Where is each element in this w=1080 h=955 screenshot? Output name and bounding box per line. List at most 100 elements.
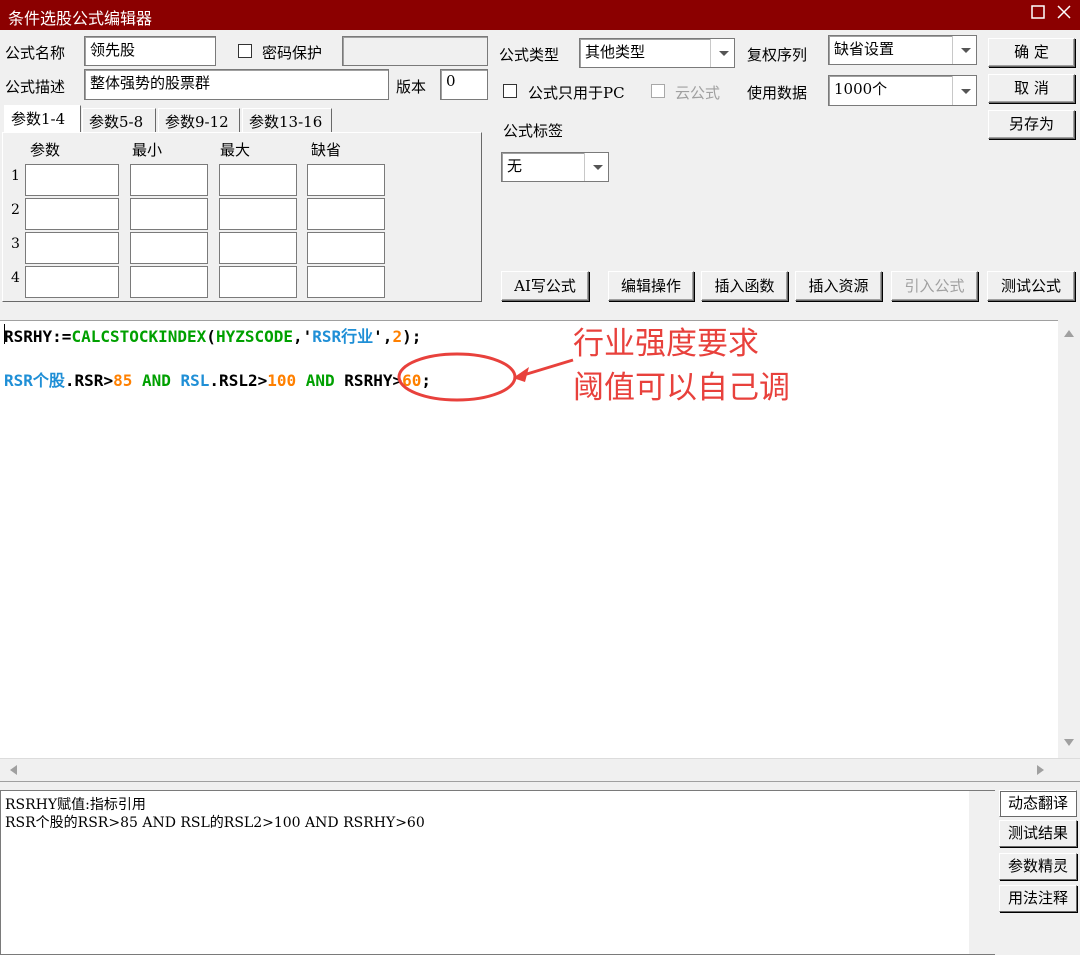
edit-operations-button[interactable]: 编辑操作 bbox=[608, 271, 694, 301]
param-2-min-field[interactable] bbox=[130, 198, 208, 230]
output-line: RSR个股的RSR>85 AND RSL的RSL2>100 AND RSRHY>… bbox=[5, 815, 425, 831]
code-token: 100 bbox=[267, 371, 297, 390]
param-row-number: 3 bbox=[11, 236, 20, 252]
param-1-name-field[interactable] bbox=[25, 164, 119, 196]
data-select-value: 1000个 bbox=[834, 80, 888, 98]
maximize-icon bbox=[1031, 5, 1045, 19]
annotation-line-1: 行业强度要求 bbox=[573, 326, 759, 362]
name-field[interactable]: 领先股 bbox=[84, 36, 216, 66]
close-button[interactable] bbox=[1052, 2, 1076, 26]
translation-output: RSRHY赋值:指标引用 RSR个股的RSR>85 AND RSL的RSL2>1… bbox=[0, 790, 995, 955]
data-select[interactable]: 1000个 bbox=[828, 75, 977, 106]
code-line[interactable]: RSR个股.RSR>85 AND RSL.RSL2>100 AND RSRHY>… bbox=[4, 367, 431, 391]
tab-params-13-16[interactable]: 参数13-16 bbox=[242, 108, 332, 133]
horizontal-scrollbar[interactable] bbox=[0, 758, 1080, 782]
tag-select-value: 无 bbox=[507, 157, 523, 175]
param-3-default-field[interactable] bbox=[307, 232, 385, 264]
text-cursor bbox=[4, 324, 5, 344]
code-token: ( bbox=[206, 327, 216, 346]
cancel-button[interactable]: 取 消 bbox=[988, 74, 1075, 103]
password-checkbox[interactable] bbox=[238, 44, 252, 58]
tab-params-5-8[interactable]: 参数5-8 bbox=[82, 108, 156, 133]
param-3-max-field[interactable] bbox=[219, 232, 297, 264]
output-line: RSRHY赋值:指标引用 bbox=[5, 797, 146, 813]
ok-button[interactable]: 确 定 bbox=[988, 38, 1075, 67]
pc-only-checkbox[interactable] bbox=[503, 84, 517, 98]
param-header-max: 最大 bbox=[220, 141, 251, 159]
param-2-default-field[interactable] bbox=[307, 198, 385, 230]
param-row-number: 1 bbox=[11, 168, 20, 184]
tag-select[interactable]: 无 bbox=[501, 152, 609, 182]
code-token: .RSL2> bbox=[209, 371, 268, 390]
param-wizard-button[interactable]: 参数精灵 bbox=[999, 853, 1077, 880]
tab-params-1-4[interactable]: 参数1-4 bbox=[4, 105, 81, 133]
test-results-button[interactable]: 测试结果 bbox=[999, 820, 1077, 847]
password-field[interactable] bbox=[342, 36, 488, 66]
code-token: RSRHY> bbox=[344, 371, 403, 390]
annotation-line-2: 阈值可以自己调 bbox=[573, 370, 790, 406]
code-token: 85 bbox=[113, 371, 133, 390]
cloud-checkbox[interactable] bbox=[651, 84, 665, 98]
desc-label: 公式描述 bbox=[5, 78, 66, 96]
code-token: CALCSTOCKINDEX bbox=[71, 327, 207, 346]
param-row-number: 4 bbox=[11, 270, 20, 286]
chevron-down-icon bbox=[952, 36, 976, 64]
param-2-max-field[interactable] bbox=[219, 198, 297, 230]
code-token: RSRHY:= bbox=[4, 327, 72, 346]
scroll-down-icon[interactable] bbox=[1063, 738, 1075, 748]
pc-only-label: 公式只用于PC bbox=[528, 84, 625, 102]
insert-resource-button[interactable]: 插入资源 bbox=[795, 271, 882, 301]
window-title: 条件选股公式编辑器 bbox=[8, 9, 153, 28]
code-token: .RSR> bbox=[64, 371, 114, 390]
tab-params-9-12[interactable]: 参数9-12 bbox=[158, 108, 240, 133]
save-as-button[interactable]: 另存为 bbox=[988, 110, 1075, 139]
rights-label: 复权序列 bbox=[747, 46, 808, 64]
annotation-ellipse-arrow bbox=[397, 352, 574, 402]
code-token: AND bbox=[132, 371, 181, 390]
param-4-name-field[interactable] bbox=[25, 266, 119, 298]
param-row-number: 2 bbox=[11, 202, 20, 218]
param-header-default: 缺省 bbox=[311, 141, 342, 159]
param-4-min-field[interactable] bbox=[130, 266, 208, 298]
version-field[interactable]: 0 bbox=[440, 69, 488, 100]
cloud-label: 云公式 bbox=[675, 84, 721, 102]
code-token: RSR行业 bbox=[312, 327, 374, 346]
dynamic-translate-button[interactable]: 动态翻译 bbox=[999, 790, 1077, 817]
scroll-left-icon[interactable] bbox=[8, 764, 18, 776]
param-4-max-field[interactable] bbox=[219, 266, 297, 298]
scroll-up-icon[interactable] bbox=[1063, 328, 1075, 338]
param-4-default-field[interactable] bbox=[307, 266, 385, 298]
type-select[interactable]: 其他类型 bbox=[579, 38, 735, 68]
param-header-min: 最小 bbox=[132, 141, 163, 159]
ai-write-button[interactable]: AI写公式 bbox=[501, 271, 589, 301]
param-2-name-field[interactable] bbox=[25, 198, 119, 230]
param-1-min-field[interactable] bbox=[130, 164, 208, 196]
code-token: ', bbox=[373, 327, 393, 346]
data-label: 使用数据 bbox=[747, 84, 808, 102]
usage-notes-button[interactable]: 用法注释 bbox=[999, 885, 1077, 912]
desc-field[interactable]: 整体强势的股票群 bbox=[84, 69, 389, 100]
code-token: HYZSCODE bbox=[215, 327, 293, 346]
output-scrollbar[interactable] bbox=[969, 791, 995, 954]
maximize-button[interactable] bbox=[1026, 2, 1050, 26]
code-token: ,' bbox=[293, 327, 313, 346]
param-3-min-field[interactable] bbox=[130, 232, 208, 264]
insert-function-button[interactable]: 插入函数 bbox=[701, 271, 788, 301]
param-3-name-field[interactable] bbox=[25, 232, 119, 264]
title-bar: 条件选股公式编辑器 bbox=[0, 0, 1080, 30]
param-1-default-field[interactable] bbox=[307, 164, 385, 196]
chevron-down-icon bbox=[952, 76, 976, 105]
vertical-scrollbar[interactable] bbox=[1058, 320, 1080, 760]
code-token: RSL bbox=[180, 371, 210, 390]
import-formula-button[interactable]: 引入公式 bbox=[891, 271, 978, 301]
code-token: RSR个股 bbox=[4, 371, 65, 390]
rights-select-value: 缺省设置 bbox=[834, 40, 895, 58]
code-line[interactable]: RSRHY:=CALCSTOCKINDEX(HYZSCODE,'RSR行业',2… bbox=[4, 323, 421, 347]
param-1-max-field[interactable] bbox=[219, 164, 297, 196]
code-token: AND bbox=[296, 371, 345, 390]
test-formula-button[interactable]: 测试公式 bbox=[987, 271, 1075, 301]
param-header-name: 参数 bbox=[30, 141, 61, 159]
scroll-right-icon[interactable] bbox=[1036, 764, 1046, 776]
rights-select[interactable]: 缺省设置 bbox=[828, 35, 977, 65]
chevron-down-icon bbox=[584, 153, 608, 181]
